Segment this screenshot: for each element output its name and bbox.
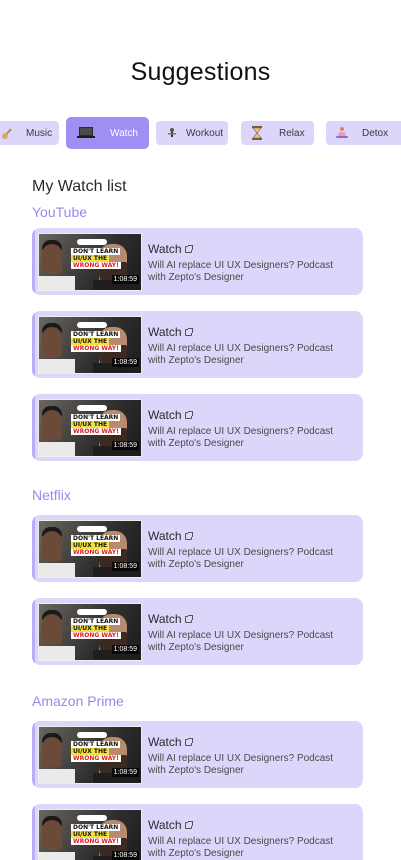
watchlist-heading: My Watch list <box>32 178 127 195</box>
dumbbell-icon <box>164 126 180 140</box>
thumbnail-text: DON'T LEARN <box>71 741 121 748</box>
category-chips: Music Watch Workout Relax Detox <box>0 117 401 149</box>
watch-label: Watch <box>148 242 182 256</box>
video-duration: 1:08:59 <box>111 562 139 571</box>
external-link-icon <box>184 531 193 540</box>
watch-label: Watch <box>148 735 182 749</box>
video-description: Will AI replace UI UX Designers? Podcast… <box>148 547 334 570</box>
page-title: Suggestions <box>130 58 271 86</box>
watch-label: Watch <box>148 818 182 832</box>
video-thumbnail[interactable]: DON'T LEARN UI/UX THE WRONG WAY! 1:08:59 <box>38 316 142 374</box>
chip-workout[interactable]: Workout <box>156 121 228 145</box>
thumbnail-text: UI/UX THE <box>71 748 110 755</box>
video-thumbnail[interactable]: DON'T LEARN UI/UX THE WRONG WAY! 1:08:59 <box>38 399 142 457</box>
external-link-icon <box>184 410 193 419</box>
external-link-icon <box>184 327 193 336</box>
video-duration: 1:08:59 <box>111 275 139 284</box>
external-link-icon <box>184 614 193 623</box>
section-heading: Amazon Prime <box>32 693 124 709</box>
thumbnail-text: UI/UX THE <box>71 542 110 549</box>
chip-label: Relax <box>279 127 305 139</box>
section-heading: YouTube <box>32 204 88 220</box>
watch-card[interactable]: DON'T LEARN UI/UX THE WRONG WAY! 1:08:59 Wat… <box>32 311 363 378</box>
thumbnail-text: UI/UX THE <box>71 338 110 345</box>
chip-watch[interactable]: Watch <box>66 117 149 149</box>
video-description: Will AI replace UI UX Designers? Podcast… <box>148 753 334 776</box>
watch-link[interactable]: Watch <box>148 612 193 626</box>
thumbnail-text: DON'T LEARN <box>71 618 121 625</box>
video-duration: 1:08:59 <box>111 441 139 450</box>
chip-label: Workout <box>186 127 224 139</box>
watch-card[interactable]: DON'T LEARN UI/UX THE WRONG WAY! 1:08:59 Wat… <box>32 598 363 665</box>
chip-label: Watch <box>110 127 138 139</box>
thumbnail-text: WRONG WAY! <box>71 755 121 762</box>
watch-card[interactable]: DON'T LEARN UI/UX THE WRONG WAY! 1:08:59 Wat… <box>32 804 363 860</box>
watch-card[interactable]: DON'T LEARN UI/UX THE WRONG WAY! 1:08:59 Wat… <box>32 228 363 295</box>
video-thumbnail[interactable]: DON'T LEARN UI/UX THE WRONG WAY! 1:08:59 <box>38 603 142 661</box>
watch-card[interactable]: DON'T LEARN UI/UX THE WRONG WAY! 1:08:59 Wat… <box>32 721 363 788</box>
watch-link[interactable]: Watch <box>148 408 193 422</box>
thumbnail-text: UI/UX THE <box>71 255 110 262</box>
watch-label: Watch <box>148 408 182 422</box>
watch-label: Watch <box>148 325 182 339</box>
external-link-icon <box>184 737 193 746</box>
hourglass-icon <box>249 126 265 140</box>
chip-relax[interactable]: Relax <box>241 121 314 145</box>
video-duration: 1:08:59 <box>111 768 139 777</box>
thumbnail-text: WRONG WAY! <box>71 345 121 352</box>
watch-link[interactable]: Watch <box>148 242 193 256</box>
thumbnail-text: WRONG WAY! <box>71 262 121 269</box>
watch-card[interactable]: DON'T LEARN UI/UX THE WRONG WAY! 1:08:59 Wat… <box>32 394 363 461</box>
meditation-icon <box>334 126 350 140</box>
video-description: Will AI replace UI UX Designers? Podcast… <box>148 836 334 859</box>
watch-link[interactable]: Watch <box>148 529 193 543</box>
video-thumbnail[interactable]: DON'T LEARN UI/UX THE WRONG WAY! 1:08:59 <box>38 726 142 784</box>
thumbnail-text: WRONG WAY! <box>71 632 121 639</box>
thumbnail-text: UI/UX THE <box>71 421 110 428</box>
thumbnail-text: WRONG WAY! <box>71 549 121 556</box>
watch-link[interactable]: Watch <box>148 325 193 339</box>
watch-link[interactable]: Watch <box>148 735 193 749</box>
chip-detox[interactable]: Detox <box>326 121 401 145</box>
video-duration: 1:08:59 <box>111 851 139 860</box>
watch-card[interactable]: DON'T LEARN UI/UX THE WRONG WAY! 1:08:59 Wat… <box>32 515 363 582</box>
thumbnail-text: DON'T LEARN <box>71 331 121 338</box>
watch-label: Watch <box>148 529 182 543</box>
video-description: Will AI replace UI UX Designers? Podcast… <box>148 343 334 366</box>
chip-music[interactable]: Music <box>0 121 59 145</box>
watch-link[interactable]: Watch <box>148 818 193 832</box>
chip-label: Music <box>26 127 53 139</box>
video-description: Will AI replace UI UX Designers? Podcast… <box>148 630 334 653</box>
external-link-icon <box>184 820 193 829</box>
video-thumbnail[interactable]: DON'T LEARN UI/UX THE WRONG WAY! 1:08:59 <box>38 233 142 291</box>
thumbnail-text: DON'T LEARN <box>71 248 121 255</box>
thumbnail-text: DON'T LEARN <box>71 535 121 542</box>
video-description: Will AI replace UI UX Designers? Podcast… <box>148 426 334 449</box>
thumbnail-text: UI/UX THE <box>71 625 110 632</box>
watch-label: Watch <box>148 612 182 626</box>
guitar-icon <box>0 126 16 140</box>
video-duration: 1:08:59 <box>111 358 139 367</box>
external-link-icon <box>184 244 193 253</box>
video-thumbnail[interactable]: DON'T LEARN UI/UX THE WRONG WAY! 1:08:59 <box>38 809 142 860</box>
chip-label: Detox <box>362 127 389 139</box>
thumbnail-text: DON'T LEARN <box>71 824 121 831</box>
thumbnail-text: DON'T LEARN <box>71 414 121 421</box>
laptop-icon <box>76 125 96 141</box>
video-duration: 1:08:59 <box>111 645 139 654</box>
thumbnail-text: WRONG WAY! <box>71 428 121 435</box>
video-thumbnail[interactable]: DON'T LEARN UI/UX THE WRONG WAY! 1:08:59 <box>38 520 142 578</box>
thumbnail-text: WRONG WAY! <box>71 838 121 845</box>
section-heading: Netflix <box>32 487 71 503</box>
video-description: Will AI replace UI UX Designers? Podcast… <box>148 260 334 283</box>
thumbnail-text: UI/UX THE <box>71 831 110 838</box>
